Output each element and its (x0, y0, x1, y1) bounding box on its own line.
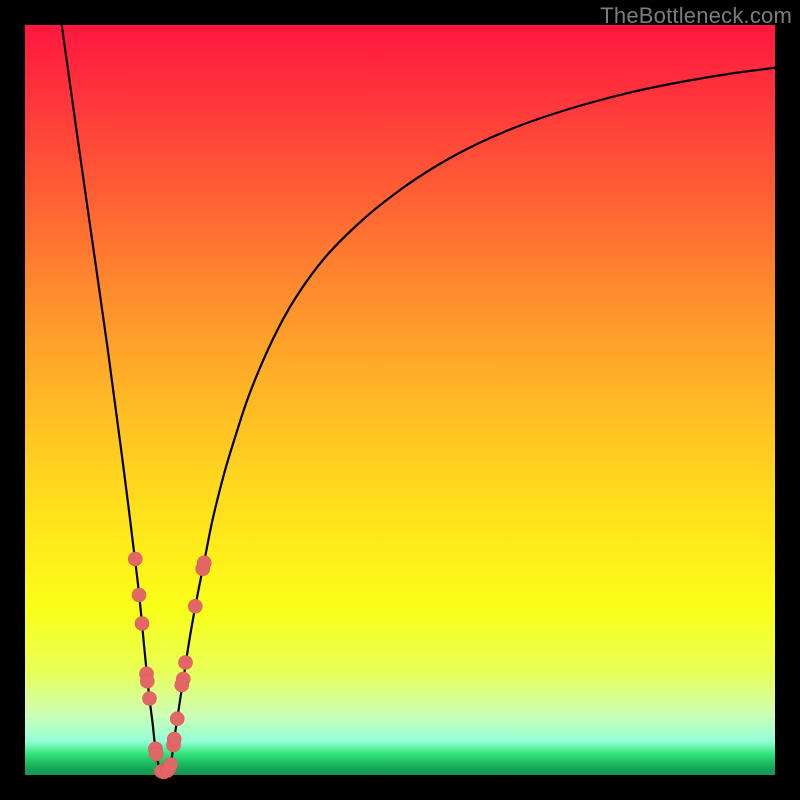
bottleneck-curve (62, 25, 775, 773)
chart-marker (143, 692, 157, 706)
chart-marker (128, 552, 142, 566)
chart-plot-area (25, 25, 775, 775)
chart-marker (149, 747, 163, 761)
chart-marker (164, 758, 178, 772)
chart-marker (170, 712, 184, 726)
chart-marker (135, 617, 149, 631)
chart-marker (197, 556, 211, 570)
chart-marker (167, 732, 181, 746)
chart-marker (179, 656, 193, 670)
chart-marker (140, 674, 154, 688)
chart-marker (132, 588, 146, 602)
chart-marker (188, 599, 202, 613)
chart-svg (25, 25, 775, 775)
watermark-text: TheBottleneck.com (600, 3, 792, 29)
chart-marker (175, 678, 189, 692)
chart-frame: TheBottleneck.com (0, 0, 800, 800)
